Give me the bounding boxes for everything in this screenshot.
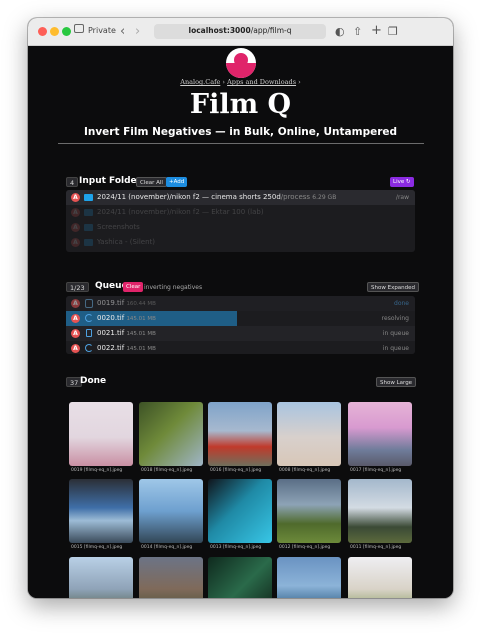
done-thumbnail-label: 0013 [filmq-eq_n].jpeg — [210, 545, 262, 550]
done-check-icon — [85, 299, 93, 308]
done-thumbnail[interactable] — [277, 557, 341, 598]
url-text: localhost:3000/app/film-q — [188, 26, 292, 35]
remove-item-icon[interactable]: A — [71, 329, 80, 338]
queue-row[interactable]: A 0020.tif 145.01 MB resolving — [66, 311, 415, 326]
browser-window: Private ‹ › localhost:3000/app/film-q ◐ … — [28, 18, 453, 598]
remove-folder-icon[interactable]: A — [71, 238, 80, 247]
sidebar-toggle-icon[interactable] — [74, 24, 84, 33]
done-thumbnail[interactable] — [208, 557, 272, 598]
folder-icon — [84, 209, 93, 216]
show-expanded-button[interactable]: Show Expanded — [367, 282, 420, 292]
input-folder-row[interactable]: A Screenshots — [66, 220, 415, 235]
folder-name: 2024/11 (november)/nikon f2 — cinema sho… — [97, 193, 337, 201]
queue-file-name: 0021.tif 145.01 MB — [97, 329, 156, 337]
show-large-button[interactable]: Show Large — [376, 377, 417, 387]
done-thumbnail-label: 0019 [filmq-eq_n].jpeg — [71, 468, 123, 473]
remove-folder-icon[interactable]: A — [71, 223, 80, 232]
close-window-button[interactable] — [38, 27, 47, 36]
browser-toolbar: Private ‹ › localhost:3000/app/film-q ◐ … — [28, 18, 453, 46]
page-subtitle: Invert Film Negatives — in Bulk, Online,… — [83, 126, 398, 138]
breadcrumb-link-home[interactable]: Analog.Cafe — [180, 78, 220, 86]
zoom-window-button[interactable] — [62, 27, 71, 36]
input-folder-row[interactable]: A Yashica - (Silent) — [66, 235, 415, 250]
done-thumbnail[interactable] — [208, 479, 272, 543]
done-thumbnail-label: 0008 [filmq-eq_n].jpeg — [279, 468, 331, 473]
queue-count: 1/23 — [66, 282, 89, 292]
remove-item-icon[interactable]: A — [71, 314, 80, 323]
done-thumbnail[interactable] — [69, 402, 133, 466]
queue-row[interactable]: A 0019.tif 160.44 MB done — [66, 296, 415, 311]
address-bar[interactable]: localhost:3000/app/film-q — [154, 24, 326, 39]
done-thumbnail-label: 0017 [filmq-eq_n].jpeg — [350, 468, 402, 473]
queue-file-name: 0020.tif 145.01 MB — [97, 314, 156, 322]
remove-item-icon[interactable]: A — [71, 344, 80, 353]
done-thumbnail[interactable] — [277, 479, 341, 543]
input-folders-list: A 2024/11 (november)/nikon f2 — cinema sh… — [66, 190, 415, 252]
private-label: Private — [88, 26, 116, 35]
folder-icon — [84, 194, 93, 201]
folder-name: Screenshots — [97, 223, 140, 231]
folder-status: /raw — [395, 194, 409, 201]
done-thumbnail[interactable] — [69, 557, 133, 598]
done-thumbnail-label: 0015 [filmq-eq_n].jpeg — [71, 545, 123, 550]
add-folder-button[interactable]: +Add — [166, 177, 188, 187]
done-thumbnail-label: 0016 [filmq-eq_n].jpeg — [210, 468, 262, 473]
remove-folder-icon[interactable]: A — [71, 193, 80, 202]
done-thumbnail-label: 0012 [filmq-eq_n].jpeg — [279, 545, 331, 550]
queue-file-name: 0019.tif 160.44 MB — [97, 299, 156, 307]
live-toggle-button[interactable]: Live ↻ — [390, 177, 414, 187]
new-tab-icon[interactable]: + — [371, 22, 382, 40]
done-thumbnail[interactable] — [348, 402, 412, 466]
header-divider — [58, 143, 424, 144]
done-thumbnail[interactable] — [139, 557, 203, 598]
done-thumbnail[interactable] — [139, 402, 203, 466]
folder-icon — [84, 224, 93, 231]
remove-folder-icon[interactable]: A — [71, 208, 80, 217]
file-icon — [86, 329, 92, 337]
input-folders-count: 4 — [66, 177, 79, 187]
spinner-icon — [85, 344, 93, 352]
done-thumbnail-label: 0014 [filmq-eq_n].jpeg — [141, 545, 193, 550]
queue-item-status: done — [394, 300, 409, 307]
queue-item-status: resolving — [381, 315, 409, 322]
folder-icon — [84, 239, 93, 246]
spinner-icon — [85, 314, 93, 322]
remove-item-icon[interactable]: A — [71, 299, 80, 308]
queue-file-name: 0022.tif 145.01 MB — [97, 344, 156, 352]
queue-item-status: in queue — [382, 345, 409, 352]
input-folder-row[interactable]: A 2024/11 (november)/nikon f2 — Ektar 100… — [66, 205, 415, 220]
done-thumbnail[interactable] — [348, 557, 412, 598]
breadcrumb: Analog.Cafe › Apps and Downloads › — [180, 78, 301, 86]
done-title: Done — [80, 376, 107, 386]
folder-name: 2024/11 (november)/nikon f2 — Ektar 100 … — [97, 208, 264, 216]
clear-queue-button[interactable]: Clear — [123, 282, 144, 292]
page-title: Film Q — [189, 89, 292, 120]
share-icon[interactable]: ⇧ — [353, 23, 362, 41]
queue-item-status: in queue — [382, 330, 409, 337]
tabs-overview-icon[interactable]: ❐ — [388, 23, 398, 41]
input-folder-row[interactable]: A 2024/11 (november)/nikon f2 — cinema sh… — [66, 190, 415, 205]
breadcrumb-link-apps[interactable]: Apps and Downloads — [227, 78, 296, 86]
page-content: Analog.Cafe › Apps and Downloads › Film … — [28, 46, 453, 598]
minimize-window-button[interactable] — [50, 27, 59, 36]
clear-all-button[interactable]: Clear All — [136, 177, 167, 187]
done-thumbnail-label: 0018 [filmq-eq_n].jpeg — [141, 468, 193, 473]
done-thumbnail[interactable] — [348, 479, 412, 543]
queue-list: A 0019.tif 160.44 MB done A 0020.tif 145.01 … — [66, 296, 415, 354]
privacy-shield-icon[interactable]: ◐ — [335, 23, 345, 41]
done-thumbnail[interactable] — [69, 479, 133, 543]
done-thumbnail[interactable] — [277, 402, 341, 466]
queue-row[interactable]: A 0022.tif 145.01 MB in queue — [66, 341, 415, 354]
folder-name: Yashica - (Silent) — [97, 238, 156, 246]
forward-icon[interactable]: › — [135, 23, 140, 41]
film-q-logo — [226, 48, 256, 78]
queue-status: inverting negatives — [144, 284, 203, 291]
done-thumbnail[interactable] — [208, 402, 272, 466]
queue-row[interactable]: A 0021.tif 145.01 MB in queue — [66, 326, 415, 341]
back-icon[interactable]: ‹ — [120, 23, 125, 41]
done-thumbnail[interactable] — [139, 479, 203, 543]
done-thumbnail-label: 0011 [filmq-eq_n].jpeg — [350, 545, 402, 550]
